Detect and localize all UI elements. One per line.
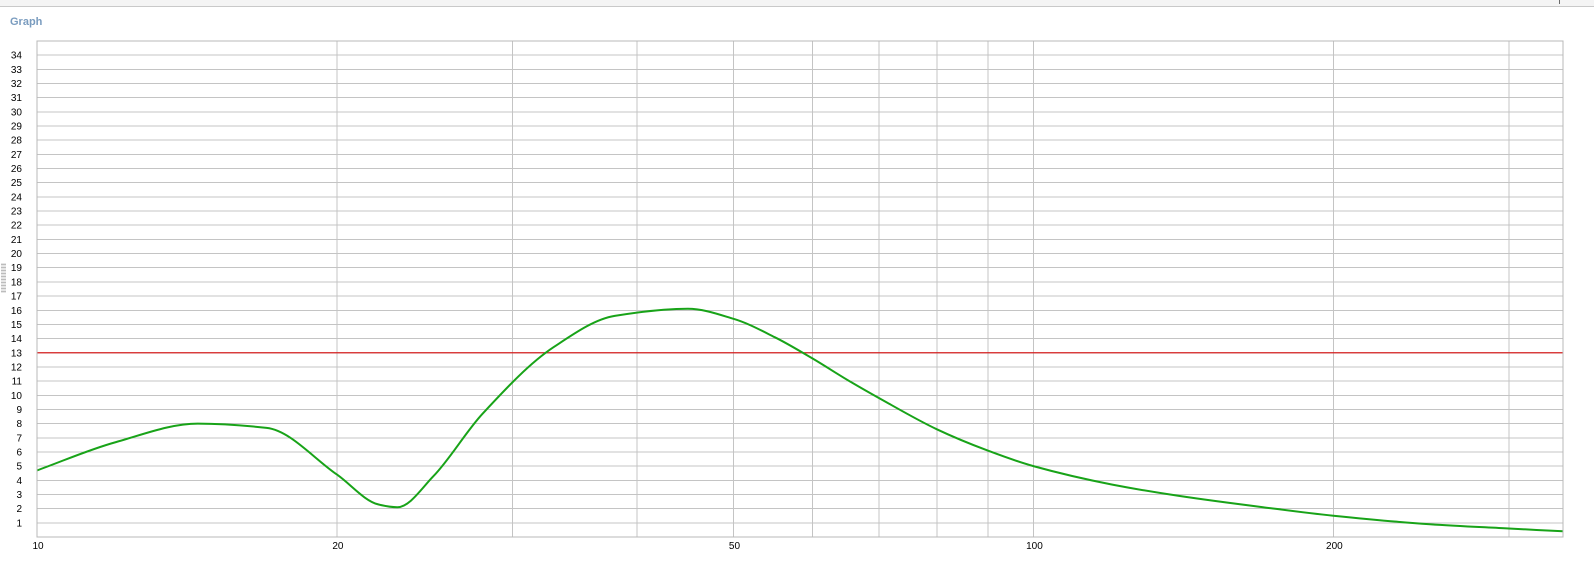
x-tick-label: 200 — [1326, 541, 1343, 552]
y-tick-label: 18 — [11, 277, 23, 288]
series-line — [36, 307, 1564, 533]
y-tick-label: 12 — [11, 362, 23, 373]
y-tick-label: 26 — [11, 164, 23, 175]
plot-area-frame — [36, 40, 1564, 538]
y-tick-label: 33 — [11, 65, 23, 76]
y-tick-label: 19 — [11, 263, 23, 274]
y-tick-label: 32 — [11, 79, 23, 90]
y-tick-label: 27 — [11, 150, 23, 161]
y-tick-label: 2 — [16, 504, 22, 515]
y-tick-label: 25 — [11, 178, 23, 189]
y-tick-label: 29 — [11, 122, 23, 133]
y-tick-label: 5 — [16, 462, 22, 473]
y-tick-label: 11 — [12, 377, 23, 388]
y-tick-label: 1 — [16, 518, 22, 529]
y-tick-label: 23 — [11, 207, 23, 218]
y-tick-label: 20 — [11, 249, 23, 260]
y-tick-label: 30 — [11, 107, 23, 118]
y-tick-label: 31 — [11, 93, 23, 104]
x-tick-label: 100 — [1026, 541, 1043, 552]
x-tick-label: 10 — [32, 541, 44, 552]
y-tick-label: 22 — [11, 221, 23, 232]
y-tick-label: 21 — [11, 235, 23, 246]
x-axis-tick-labels: 10 20 50 100 200 — [32, 541, 1343, 552]
x-tick-label: 20 — [332, 541, 344, 552]
x-tick-label: 50 — [729, 541, 741, 552]
y-tick-label: 17 — [11, 292, 23, 303]
y-tick-label: 8 — [16, 419, 22, 430]
y-tick-label: 10 — [11, 391, 23, 402]
series-layer — [36, 307, 1564, 533]
y-tick-label: 28 — [11, 136, 23, 147]
y-tick-label: 7 — [16, 433, 22, 444]
y-tick-label: 4 — [16, 476, 22, 487]
y-axis-tick-labels: 1234567891011121314151617181920212223242… — [11, 51, 23, 530]
y-tick-label: 3 — [16, 490, 22, 501]
y-tick-label: 9 — [16, 405, 22, 416]
y-tick-label: 34 — [11, 51, 23, 62]
y-tick-label: 24 — [11, 192, 23, 203]
y-tick-label: 15 — [11, 320, 23, 331]
y-tick-label: 13 — [11, 348, 23, 359]
y-tick-label: 14 — [11, 334, 23, 345]
graph-chart[interactable]: 1234567891011121314151617181920212223242… — [0, 0, 1594, 583]
y-tick-label: 6 — [16, 447, 22, 458]
y-tick-label: 16 — [11, 306, 23, 317]
grid-layer — [37, 41, 1563, 537]
